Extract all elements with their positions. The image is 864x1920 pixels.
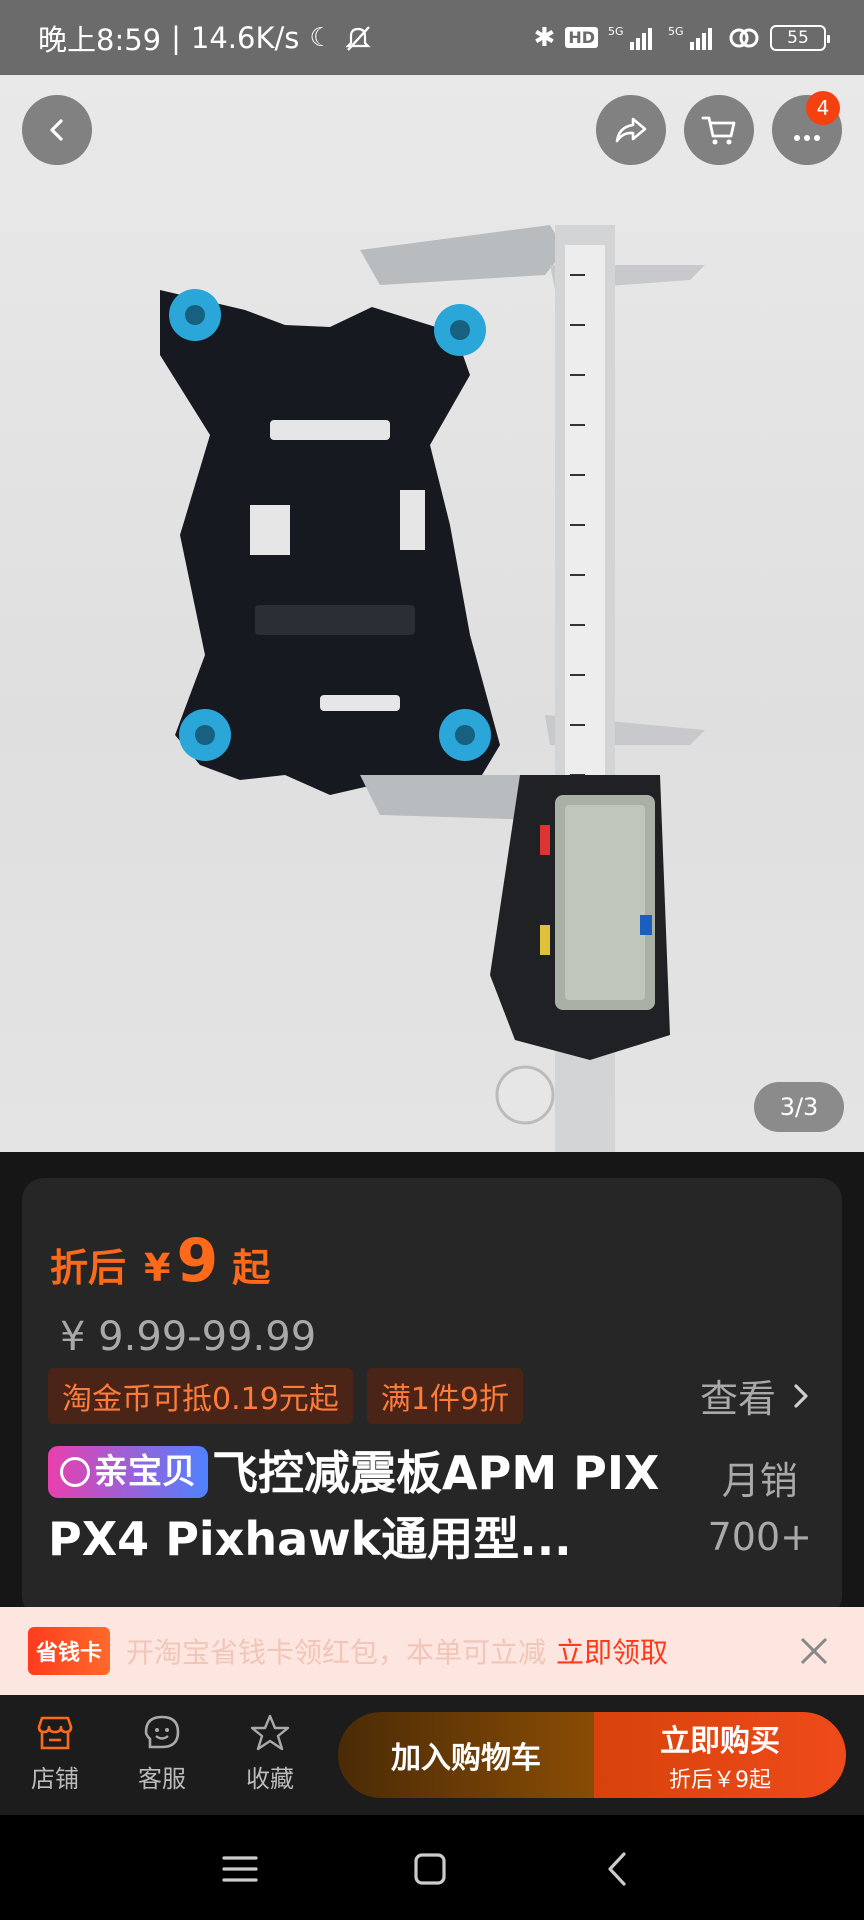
saving-card-banner[interactable]: 省钱卡 开淘宝省钱卡领红包，本单可立减 立即领取	[0, 1607, 864, 1695]
tab-customer-service-label: 客服	[138, 1765, 186, 1793]
search-icon	[60, 1457, 90, 1487]
more-button[interactable]: 4	[772, 91, 842, 165]
original-price: ¥ 9.99-99.99	[60, 1314, 317, 1360]
link-icon	[729, 28, 759, 47]
buy-now-button[interactable]: 立即购买 折后￥9起	[594, 1712, 846, 1798]
product-title-block[interactable]: 亲宝贝 飞控减震板APM PIX PX4 Pixhawk通用型...	[48, 1440, 688, 1572]
see-more-button[interactable]: 查看	[700, 1368, 812, 1423]
signal-5g-icon: 5G	[668, 25, 712, 50]
discount-price: 折后 ¥ 9 起	[50, 1226, 270, 1296]
pill-badge: 亲宝贝	[48, 1446, 208, 1498]
discount-price-tag: 折后	[50, 1246, 127, 1290]
menu-icon[interactable]	[220, 1849, 260, 1889]
promo-tag-discount[interactable]: 满1件9折	[366, 1368, 523, 1424]
product-image-gallery[interactable]: 4 3/3	[0, 75, 864, 1152]
saving-card-text: 开淘宝省钱卡领红包，本单可立减	[126, 1636, 547, 1669]
hd-icon: HD	[565, 27, 598, 48]
saving-card-claim-link[interactable]: 立即领取	[556, 1631, 668, 1671]
chevron-right-icon	[794, 1383, 808, 1408]
back-icon[interactable]	[598, 1849, 638, 1889]
tab-customer-service[interactable]: 客服	[117, 1713, 207, 1794]
share-button[interactable]	[596, 95, 666, 165]
price-currency: ¥	[144, 1246, 171, 1290]
signal-5g-icon: 5G	[608, 25, 652, 50]
close-icon[interactable]	[792, 1629, 836, 1673]
status-bar: 晚上8:59 | 14.6K/s ☾ ✱ HD 5G 5G 55	[0, 0, 864, 75]
tab-favorite-label: 收藏	[246, 1765, 294, 1793]
bluetooth-icon: ✱	[533, 22, 556, 53]
cart-button[interactable]	[684, 95, 754, 165]
promo-tag-coins[interactable]: 淘金币可抵0.19元起	[48, 1368, 353, 1424]
battery-icon: 55	[770, 24, 830, 51]
bottom-action-bar: 店铺 客服 收藏 加入购物车 立即购买 折后￥9起	[0, 1695, 864, 1815]
system-navigation-bar	[0, 1815, 864, 1920]
shopping-cart-icon	[701, 116, 736, 145]
home-icon[interactable]	[410, 1849, 450, 1889]
back-button[interactable]	[22, 95, 92, 165]
monthly-sales-label: 月销	[721, 1459, 798, 1503]
star-icon	[250, 1714, 290, 1751]
chevron-left-icon	[50, 119, 63, 141]
status-time: 晚上8:59	[38, 22, 162, 57]
customer-service-icon	[144, 1715, 180, 1749]
add-to-cart-button[interactable]: 加入购物车	[338, 1712, 594, 1798]
svg-text:5G: 5G	[608, 25, 624, 38]
share-icon	[615, 117, 647, 143]
product-image	[160, 225, 705, 1152]
mute-bell-icon	[345, 25, 371, 51]
saving-card-logo: 省钱卡	[28, 1627, 111, 1675]
svg-text:5G: 5G	[668, 25, 684, 38]
price-amount: 9	[176, 1226, 219, 1296]
see-more-label: 查看	[699, 1377, 776, 1421]
price-suffix: 起	[232, 1246, 271, 1290]
monthly-sales-value: 700+	[707, 1515, 812, 1559]
network-speed: 14.6K/s	[190, 20, 300, 55]
tab-store-label: 店铺	[31, 1765, 79, 1793]
store-icon	[37, 1716, 73, 1750]
image-counter: 3/3	[754, 1082, 844, 1132]
pill-label: 亲宝贝	[94, 1452, 196, 1492]
tab-favorite[interactable]: 收藏	[225, 1713, 315, 1794]
product-info-section: 折后 ¥ 9 起 ¥ 9.99-99.99 淘金币可抵0.19元起 满1件9折 …	[0, 1152, 864, 1618]
buy-now-label: 立即购买	[660, 1724, 780, 1759]
promo-tags: 淘金币可抵0.19元起 满1件9折	[48, 1368, 523, 1424]
tab-store[interactable]: 店铺	[10, 1713, 100, 1794]
moon-icon: ☾	[309, 22, 333, 53]
monthly-sales: 月销 700+	[708, 1453, 812, 1565]
product-info-card: 折后 ¥ 9 起 ¥ 9.99-99.99 淘金币可抵0.19元起 满1件9折 …	[22, 1178, 842, 1618]
buy-now-sublabel: 折后￥9起	[669, 1768, 771, 1793]
cart-count-badge: 4	[806, 91, 840, 125]
